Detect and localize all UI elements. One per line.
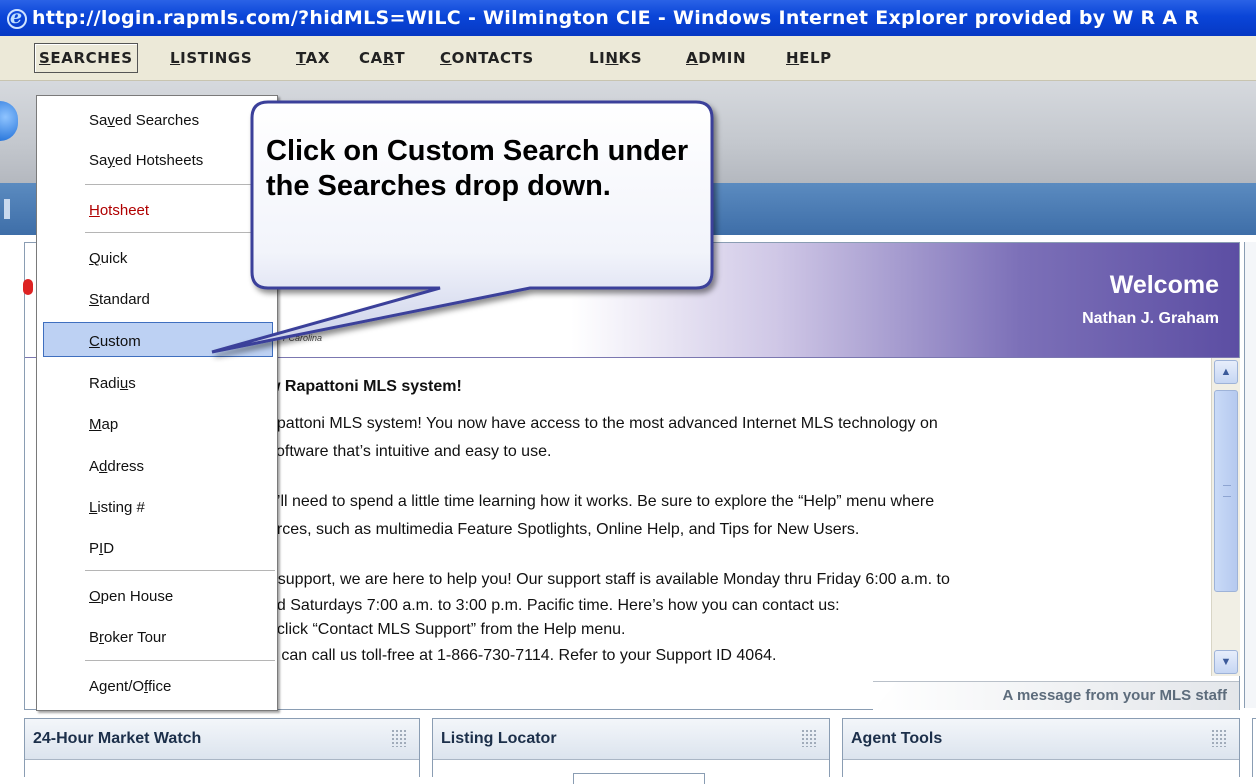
callout-text: Click on Custom Search under the Searche… <box>266 135 689 202</box>
callout-bubble <box>211 100 714 354</box>
